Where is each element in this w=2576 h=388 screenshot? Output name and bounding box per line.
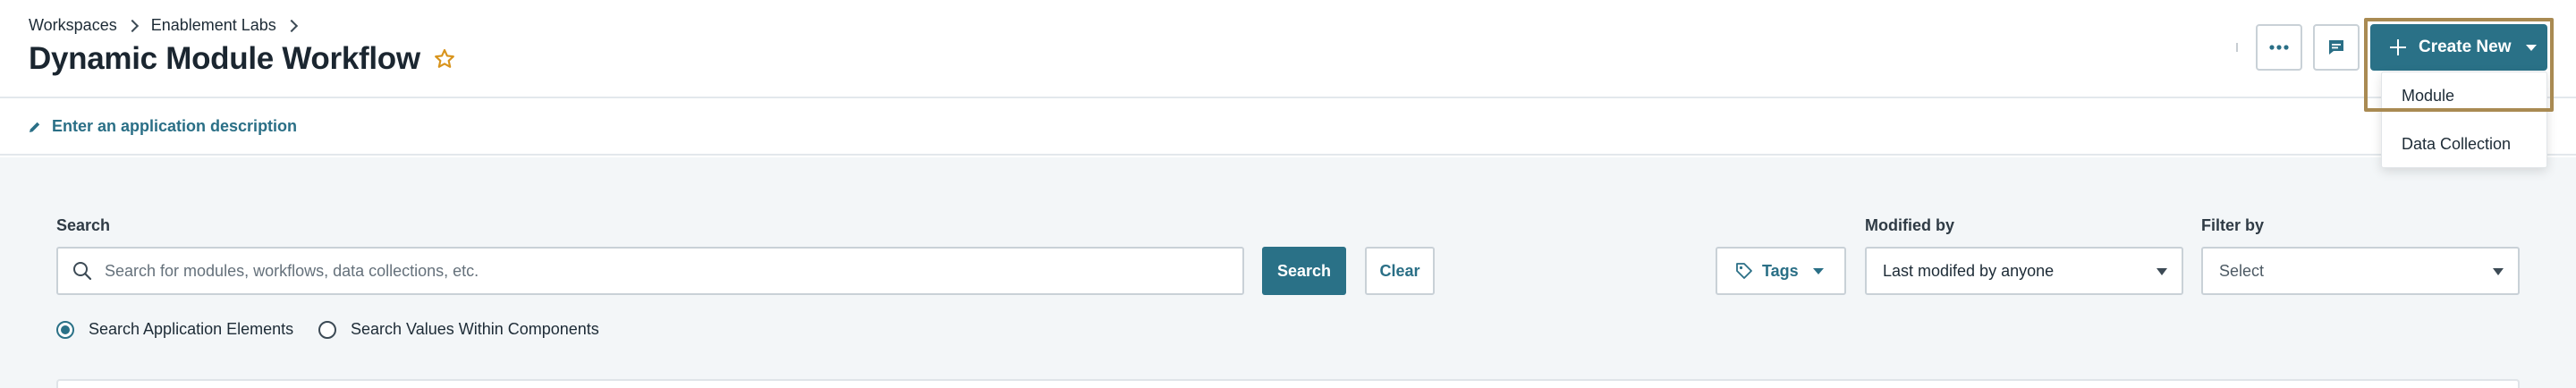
create-new-label: Create New bbox=[2419, 38, 2512, 56]
description-link-label: Enter an application description bbox=[52, 117, 298, 135]
title-row: Dynamic Module Workflow bbox=[29, 41, 456, 77]
toolbar-divider bbox=[2236, 43, 2238, 52]
modified-by-label: Modified by bbox=[1865, 216, 1954, 234]
radio-button[interactable] bbox=[318, 320, 336, 339]
modified-by-value: Last modifed by anyone bbox=[1883, 261, 2055, 280]
description-bar: Enter an application description bbox=[0, 100, 2576, 156]
search-input[interactable] bbox=[105, 261, 1178, 281]
radio-search-application-elements[interactable]: Search Application Elements bbox=[56, 320, 293, 339]
app-header: Workspaces Enablement Labs Dynamic Modul… bbox=[0, 0, 2576, 98]
radio-button-selected[interactable] bbox=[56, 320, 74, 339]
menu-item-data-collection[interactable]: Data Collection bbox=[2402, 135, 2511, 154]
search-field[interactable] bbox=[56, 247, 1244, 295]
chevron-right-icon bbox=[125, 19, 139, 32]
radio-search-values-within-components[interactable]: Search Values Within Components bbox=[318, 320, 599, 339]
star-outline-icon[interactable] bbox=[433, 47, 456, 71]
pencil-icon bbox=[30, 122, 40, 132]
comment-icon bbox=[2329, 40, 2343, 55]
create-new-menu: Module Data Collection bbox=[2381, 72, 2547, 168]
dropdown-arrow-icon bbox=[2157, 268, 2167, 275]
modified-by-select[interactable]: Last modifed by anyone bbox=[1865, 247, 2183, 295]
search-label: Search bbox=[56, 216, 111, 234]
plus-icon bbox=[2390, 39, 2406, 55]
description-link[interactable]: Enter an application description bbox=[29, 117, 297, 136]
chevron-right-icon bbox=[284, 19, 298, 32]
more-horizontal-icon bbox=[2269, 45, 2289, 50]
search-button[interactable]: Search bbox=[1262, 247, 1346, 295]
create-new-button[interactable]: Create New bbox=[2370, 24, 2547, 71]
menu-item-module[interactable]: Module bbox=[2402, 87, 2454, 105]
dropdown-arrow-icon bbox=[2493, 268, 2504, 275]
filter-by-select[interactable]: Select bbox=[2201, 247, 2520, 295]
radio-label: Search Values Within Components bbox=[351, 320, 599, 338]
filter-by-label: Filter by bbox=[2201, 216, 2265, 234]
results-panel bbox=[56, 379, 2520, 388]
caret-down-icon bbox=[2525, 44, 2537, 51]
breadcrumb-enablement-labs[interactable]: Enablement Labs bbox=[151, 16, 276, 35]
page-title: Dynamic Module Workflow bbox=[29, 41, 420, 76]
filter-by-value: Select bbox=[2219, 261, 2265, 280]
tags-label: Tags bbox=[1762, 261, 1799, 280]
clear-button[interactable]: Clear bbox=[1365, 247, 1435, 295]
tag-icon bbox=[1736, 263, 1752, 279]
comments-button[interactable] bbox=[2313, 24, 2360, 71]
radio-label: Search Application Elements bbox=[89, 320, 294, 338]
tags-button[interactable]: Tags bbox=[1716, 247, 1846, 295]
breadcrumb: Workspaces Enablement Labs bbox=[29, 16, 310, 35]
breadcrumb-workspaces[interactable]: Workspaces bbox=[29, 16, 117, 35]
search-icon bbox=[73, 262, 92, 281]
caret-down-icon bbox=[1812, 267, 1824, 274]
more-actions-button[interactable] bbox=[2256, 24, 2302, 71]
